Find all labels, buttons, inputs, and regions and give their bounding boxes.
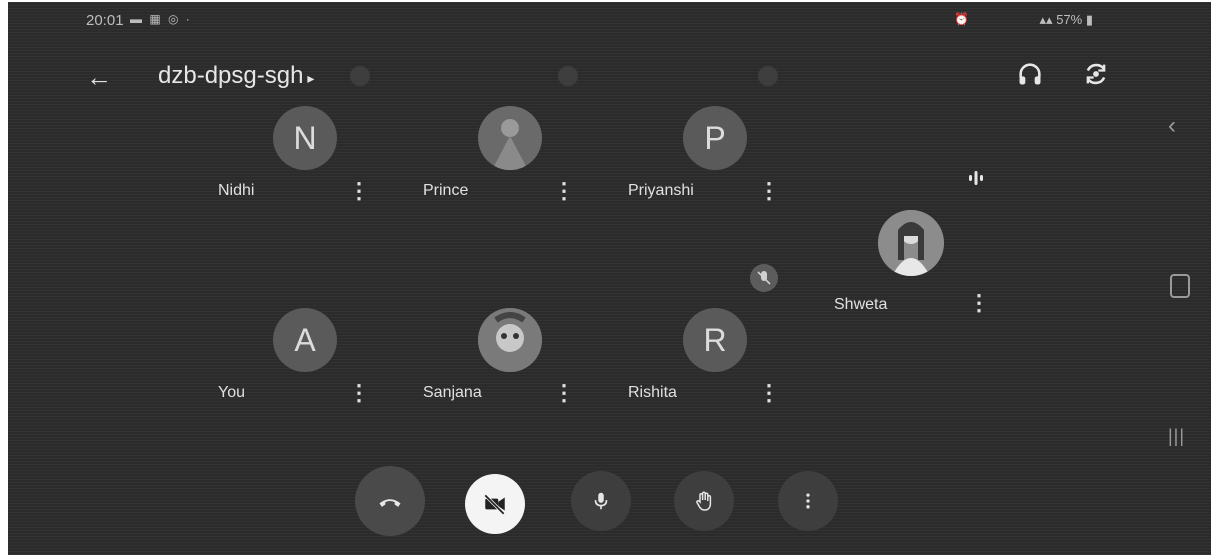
participant-indicator-icon <box>350 66 370 86</box>
participant-menu-button[interactable]: ⋮ <box>758 176 780 206</box>
headphones-icon <box>1019 63 1041 85</box>
profile-photo-icon <box>492 119 528 170</box>
participant-tile[interactable]: R Rishita ⋮ <box>628 308 828 408</box>
avatar: R <box>683 308 747 372</box>
camera-off-icon <box>484 494 505 515</box>
participant-indicator-icon <box>758 66 778 86</box>
microphone-button[interactable] <box>571 471 631 531</box>
audio-output-button[interactable] <box>1016 60 1052 96</box>
participant-menu-button[interactable]: ⋮ <box>553 176 575 206</box>
participant-menu-button[interactable]: ⋮ <box>348 176 370 206</box>
participant-menu-button[interactable]: ⋮ <box>348 378 370 408</box>
avatar: A <box>273 308 337 372</box>
avatar: P <box>683 106 747 170</box>
more-vertical-icon <box>806 493 810 509</box>
participant-tile[interactable]: A You ⋮ <box>218 308 418 408</box>
meeting-title[interactable]: dzb-dpsg-sgh ▸ <box>158 62 314 90</box>
participant-name: You <box>218 384 245 401</box>
more-options-button[interactable] <box>778 471 838 531</box>
profile-photo-icon <box>478 308 542 372</box>
hand-icon <box>696 491 712 511</box>
raise-hand-button[interactable] <box>674 471 734 531</box>
nav-home-button[interactable] <box>1170 274 1190 298</box>
participant-name: Sanjana <box>423 384 482 401</box>
arrow-left-icon: ← <box>86 62 112 92</box>
participant-name: Priyanshi <box>628 182 694 199</box>
participant-name: Nidhi <box>218 182 255 199</box>
participant-tile[interactable]: P Priyanshi ⋮ <box>628 106 828 206</box>
avatar-photo <box>478 308 542 372</box>
participant-tile[interactable]: Prince ⋮ <box>423 106 623 206</box>
battery-icon: ▮ <box>1085 12 1093 27</box>
participant-menu-button[interactable]: ⋮ <box>553 378 575 408</box>
status-time: 20:01 <box>86 12 124 29</box>
leave-call-button[interactable] <box>355 466 425 536</box>
nav-recents-button[interactable]: ||| <box>1168 426 1185 447</box>
avatar: N <box>273 106 337 170</box>
mic-muted-icon <box>750 264 778 292</box>
participant-name: Prince <box>423 182 469 199</box>
profile-photo-icon <box>878 210 944 276</box>
microphone-icon <box>594 492 608 510</box>
signal-icon: ▴▴ <box>1039 12 1053 27</box>
participant-name: Rishita <box>628 384 677 401</box>
meeting-screen: 20:01 ▬ ▦ ◎ · ⏰ ▴▴ 57% ▮ ← dzb-dpsg-sgh ▸… <box>8 2 1211 555</box>
end-call-icon <box>379 499 401 507</box>
meeting-code: dzb-dpsg-sgh <box>158 62 304 89</box>
notification-icons: ▬ ▦ ◎ · <box>130 12 192 26</box>
chevron-right-icon: ▸ <box>307 70 315 86</box>
participant-menu-button[interactable]: ⋮ <box>758 378 780 408</box>
avatar-photo <box>878 210 944 276</box>
camera-toggle-button[interactable] <box>465 474 525 534</box>
participant-menu-button[interactable]: ⋮ <box>968 288 990 318</box>
switch-camera-button[interactable] <box>1082 60 1118 96</box>
switch-camera-icon <box>1086 63 1106 85</box>
participant-tile[interactable]: N Nidhi ⋮ <box>218 106 418 206</box>
battery-text: 57% <box>1056 12 1083 27</box>
participant-tile[interactable]: Sanjana ⋮ <box>423 308 623 408</box>
speaking-indicator-icon <box>969 171 983 185</box>
participant-indicator-icon <box>558 66 578 86</box>
participant-name: Shweta <box>834 296 888 313</box>
avatar-photo <box>478 106 542 170</box>
back-button[interactable]: ← <box>86 62 116 92</box>
status-battery: ▴▴ 57% ▮ <box>1040 12 1094 28</box>
alarm-icon: ⏰ <box>954 12 969 26</box>
featured-participant-tile[interactable]: Shweta ⋮ <box>818 162 1008 332</box>
nav-back-button[interactable]: ‹ <box>1168 112 1176 140</box>
